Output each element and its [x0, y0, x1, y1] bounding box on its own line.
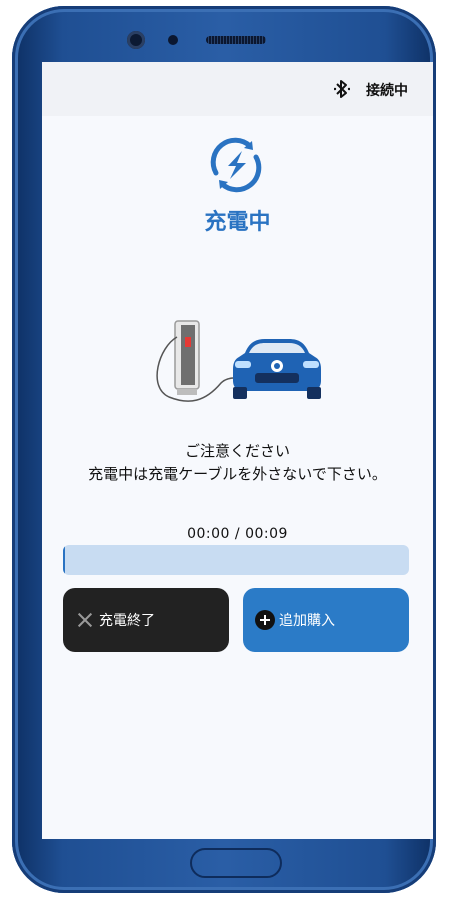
phone-frame: 接続中 充電中 ご注意ください 充電中は充電ケーブルを外さないで下さい。 00:…	[12, 6, 436, 893]
page-title: 充電中	[204, 210, 271, 235]
earpiece-speaker	[206, 36, 266, 44]
end-charging-button[interactable]: 充電終了	[63, 588, 229, 652]
total-time: 00:09	[245, 526, 288, 542]
charge-timer: 00:00 / 00:09	[42, 526, 433, 542]
charging-logo-icon	[210, 137, 262, 193]
status-bar: 接続中	[42, 62, 433, 116]
close-icon	[77, 612, 93, 628]
end-charging-label: 充電終了	[99, 613, 155, 629]
add-purchase-button[interactable]: 追加購入	[243, 588, 409, 652]
add-purchase-label: 追加購入	[279, 613, 335, 629]
proximity-sensor	[168, 35, 178, 45]
caution-heading: ご注意ください	[184, 442, 290, 460]
bluetooth-icon	[334, 80, 350, 98]
connection-status: 接続中	[366, 83, 408, 99]
charge-progress-bar	[63, 545, 409, 575]
charge-progress-fill	[63, 545, 65, 575]
elapsed-time: 00:00	[187, 526, 230, 542]
app-screen: 接続中 充電中 ご注意ください 充電中は充電ケーブルを外さないで下さい。 00:…	[42, 62, 433, 839]
caution-notice: ご注意ください 充電中は充電ケーブルを外さないで下さい。	[42, 440, 433, 486]
caution-message: 充電中は充電ケーブルを外さないで下さい。	[88, 465, 387, 483]
front-camera	[127, 31, 145, 49]
timer-separator: /	[229, 526, 246, 542]
charging-car-illustration	[156, 320, 321, 402]
plus-circle-icon	[255, 610, 275, 630]
home-button[interactable]	[190, 848, 282, 878]
